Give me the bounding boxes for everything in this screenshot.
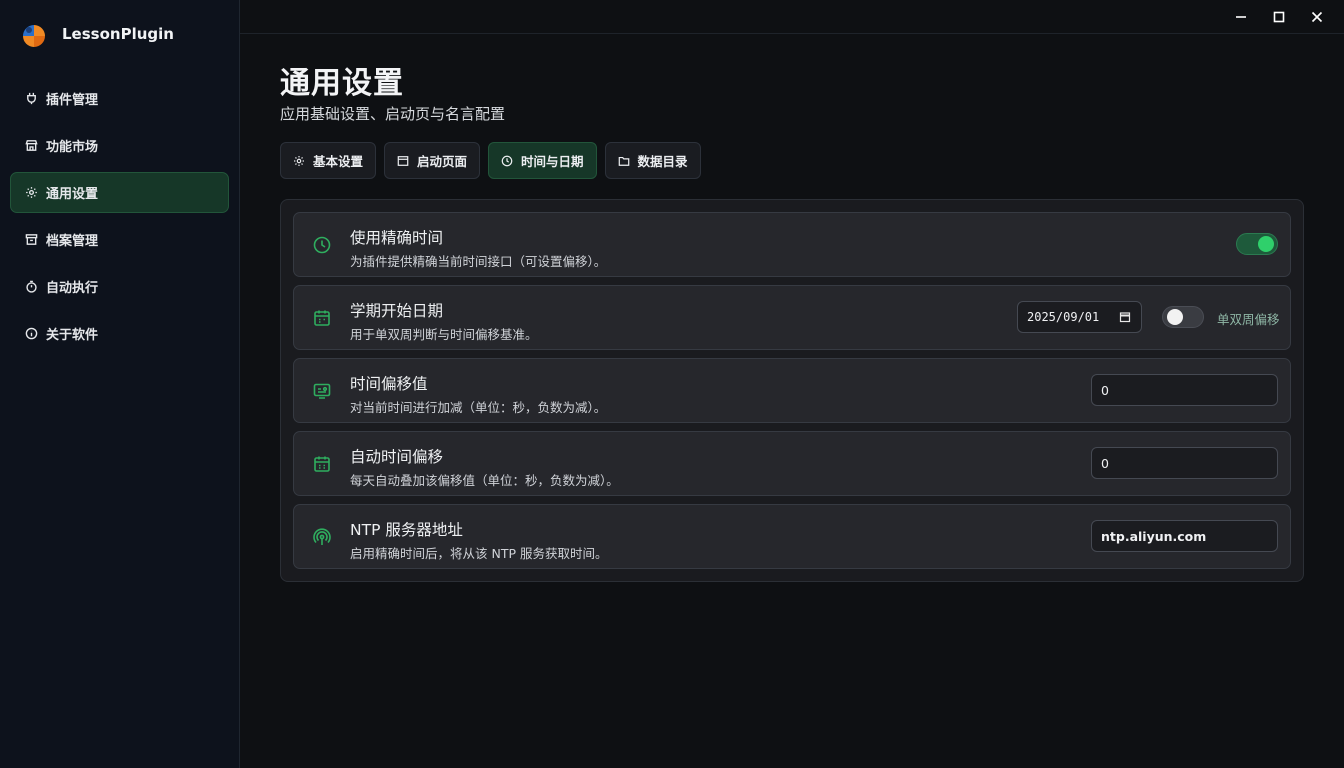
sidebar-item-general-settings[interactable]: 通用设置 — [10, 172, 229, 213]
sidebar-nav: 插件管理 功能市场 通用设置 档案管理 自动执行 关于软件 — [10, 78, 229, 360]
precise-time-toggle[interactable] — [1236, 233, 1278, 255]
page-title: 通用设置 — [280, 66, 404, 101]
maximize-icon — [1273, 11, 1285, 23]
input-value: 0 — [1101, 382, 1109, 398]
tab-label: 基本设置 — [313, 154, 364, 169]
setting-description: 启用精确时间后，将从该 NTP 服务获取时间。 — [350, 546, 608, 561]
archive-icon — [25, 234, 38, 245]
plug-icon — [27, 92, 36, 105]
minimize-button[interactable] — [1230, 6, 1252, 28]
tab-startup-page[interactable]: 启动页面 — [384, 142, 481, 179]
term-start-date-input[interactable]: 2025/09/01 — [1017, 301, 1142, 333]
setting-row-precise-time: 使用精确时间 为插件提供精确当前时间接口（可设置偏移）。 — [293, 212, 1291, 277]
time-date-panel: 使用精确时间 为插件提供精确当前时间接口（可设置偏移）。 学期开始日期 用于单双… — [280, 199, 1304, 582]
setting-row-ntp-server: NTP 服务器地址 启用精确时间后，将从该 NTP 服务获取时间。 ntp.al… — [293, 504, 1291, 569]
sidebar-item-about[interactable]: 关于软件 — [10, 313, 229, 354]
window-icon — [397, 155, 409, 166]
setting-description: 每天自动叠加该偏移值（单位：秒，负数为减）。 — [350, 473, 619, 488]
calendar-picker-icon[interactable] — [1119, 311, 1131, 323]
setting-description: 对当前时间进行加减（单位：秒，负数为减）。 — [350, 400, 607, 415]
week-offset-toggle[interactable] — [1162, 306, 1204, 328]
sidebar-item-label: 关于软件 — [46, 328, 99, 343]
info-icon — [25, 327, 38, 340]
tab-data-directory[interactable]: 数据目录 — [604, 142, 701, 179]
calendar-icon — [314, 310, 330, 326]
tab-label: 时间与日期 — [521, 154, 584, 169]
clock-icon — [501, 155, 513, 166]
setting-description: 为插件提供精确当前时间接口（可设置偏移）。 — [350, 254, 607, 269]
folder-icon — [618, 156, 629, 166]
week-offset-label: 单双周偏移 — [1217, 312, 1280, 327]
date-value: 2025/09/01 — [1027, 310, 1100, 324]
app-window: LessonPlugin 插件管理 功能市场 通用设置 档案管理 自动执行 关于… — [0, 0, 1344, 768]
tab-label: 数据目录 — [637, 154, 688, 169]
page-subtitle: 应用基础设置、启动页与名言配置 — [280, 105, 506, 123]
offset-clock-icon — [313, 383, 331, 399]
sidebar-item-label: 插件管理 — [46, 93, 99, 108]
brand: LessonPlugin — [20, 20, 174, 48]
tab-label: 启动页面 — [417, 154, 468, 169]
setting-row-time-offset: 时间偏移值 对当前时间进行加减（单位：秒，负数为减）。 0 — [293, 358, 1291, 423]
app-logo-icon — [23, 25, 45, 47]
tab-time-date[interactable]: 时间与日期 — [488, 142, 597, 179]
sidebar-item-label: 档案管理 — [46, 234, 99, 249]
store-icon — [25, 140, 38, 151]
sidebar-item-label: 通用设置 — [46, 187, 99, 202]
app-name: LessonPlugin — [62, 25, 174, 43]
sidebar: LessonPlugin 插件管理 功能市场 通用设置 档案管理 自动执行 关于… — [0, 0, 240, 768]
sidebar-item-archives[interactable]: 档案管理 — [10, 219, 229, 260]
setting-description: 用于单双周判断与时间偏移基准。 — [350, 327, 538, 342]
setting-title: 自动时间偏移 — [350, 448, 444, 466]
title-bar — [240, 0, 1344, 34]
setting-row-auto-offset: 自动时间偏移 每天自动叠加该偏移值（单位：秒，负数为减）。 0 — [293, 431, 1291, 496]
ntp-server-input[interactable]: ntp.aliyun.com — [1091, 520, 1278, 552]
broadcast-icon — [313, 528, 331, 545]
calendar-icon — [314, 456, 330, 472]
sidebar-item-label: 功能市场 — [46, 140, 99, 155]
tab-basic-settings[interactable]: 基本设置 — [280, 142, 377, 179]
sidebar-item-label: 自动执行 — [46, 281, 99, 296]
clock-icon — [313, 236, 331, 254]
maximize-button[interactable] — [1268, 6, 1290, 28]
gear-icon — [294, 155, 304, 166]
setting-title: NTP 服务器地址 — [350, 521, 463, 539]
sidebar-item-market[interactable]: 功能市场 — [10, 125, 229, 166]
auto-offset-input[interactable]: 0 — [1091, 447, 1278, 479]
close-button[interactable] — [1306, 6, 1328, 28]
settings-tabs: 基本设置 启动页面 时间与日期 数据目录 — [280, 142, 709, 179]
minimize-icon — [1236, 16, 1246, 18]
setting-row-term-start: 学期开始日期 用于单双周判断与时间偏移基准。 2025/09/01 单双周偏移 — [293, 285, 1291, 350]
setting-title: 学期开始日期 — [350, 302, 444, 320]
close-icon — [1311, 11, 1323, 23]
main-content: 通用设置 应用基础设置、启动页与名言配置 基本设置 启动页面 时间与日期 数据目… — [240, 0, 1344, 768]
time-offset-input[interactable]: 0 — [1091, 374, 1278, 406]
setting-title: 时间偏移值 — [350, 375, 428, 393]
setting-title: 使用精确时间 — [350, 229, 444, 247]
input-value: ntp.aliyun.com — [1101, 528, 1207, 544]
gear-icon — [26, 187, 37, 198]
sidebar-item-plugins[interactable]: 插件管理 — [10, 78, 229, 119]
timer-icon — [26, 280, 37, 293]
sidebar-item-automation[interactable]: 自动执行 — [10, 266, 229, 307]
input-value: 0 — [1101, 455, 1109, 471]
